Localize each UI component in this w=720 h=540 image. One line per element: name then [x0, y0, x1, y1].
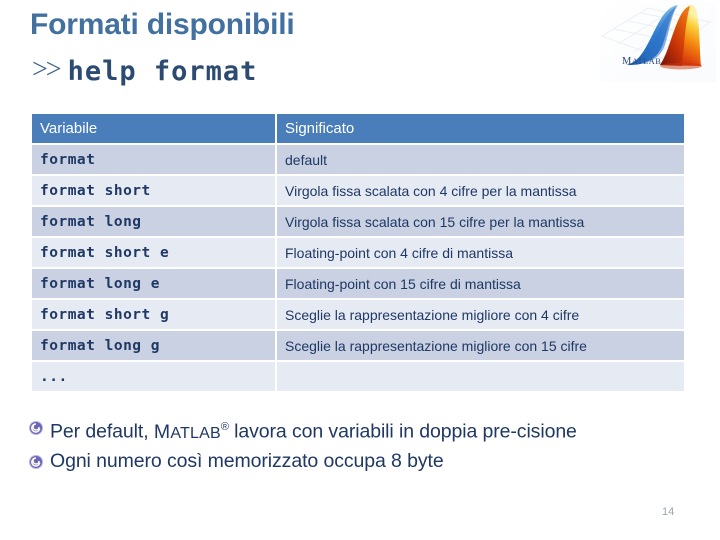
list-item-label: Ogni numero così memorizzato occupa 8 by… — [50, 449, 444, 472]
cell-significato: Virgola fissa scalata con 4 cifre per la… — [276, 175, 684, 207]
prompt-chevrons: >> — [32, 54, 62, 85]
matlab-rest: ATLAB — [170, 424, 221, 442]
cell-variabile: format short e — [32, 237, 277, 269]
table-row: format short Virgola fissa scalata con 4… — [32, 175, 684, 207]
prompt-command: help format — [67, 56, 258, 87]
table-body: format default format short Virgola fiss… — [32, 144, 684, 393]
table-row: format long e Floating-point con 15 cifr… — [32, 268, 684, 300]
matlab-cap: M — [153, 420, 171, 443]
formats-table: Variabile Significato format default for… — [32, 114, 684, 393]
cell-significato: Floating-point con 4 cifre di mantissa — [276, 237, 684, 269]
bullet-list: Per default, MATLAB® lavora con variabil… — [28, 414, 688, 476]
svg-text:MATLAB: MATLAB — [622, 56, 661, 67]
list-item: Per default, MATLAB® lavora con variabil… — [28, 414, 688, 447]
table-row: format short g Sceglie la rappresentazio… — [32, 299, 684, 331]
cell-variabile: format long g — [32, 330, 277, 362]
bullet-suffix: lavora con variabili in doppia pre-cisio… — [228, 420, 577, 443]
bullet-prefix: Per default, — [50, 420, 154, 443]
list-item: Ogni numero così memorizzato occupa 8 by… — [28, 448, 688, 475]
page-title: Formati disponibili — [30, 8, 295, 41]
cell-significato: Virgola fissa scalata con 15 cifre per l… — [276, 206, 684, 238]
matlab-wordmark: MATLAB — [154, 421, 221, 443]
table-row: format short e Floating-point con 4 cifr… — [32, 237, 684, 269]
list-item-label: Per default, MATLAB® lavora con variabil… — [50, 414, 577, 447]
table-row: ... — [32, 361, 684, 393]
cell-significato: Floating-point con 15 cifre di mantissa — [276, 268, 684, 300]
column-header-variabile: Variabile — [32, 114, 277, 145]
cell-variabile: format — [32, 144, 277, 176]
cell-significato: Sceglie la rappresentazione migliore con… — [276, 330, 684, 362]
cell-significato — [276, 361, 684, 393]
cell-variabile: format short g — [32, 299, 277, 331]
table-header-row: Variabile Significato — [32, 114, 684, 145]
table-row: format default — [32, 144, 684, 176]
cell-significato: default — [276, 144, 684, 176]
spiral-bullet-icon — [28, 414, 50, 441]
page-number: 14 — [662, 506, 675, 518]
column-header-significato: Significato — [276, 114, 684, 145]
cell-variabile: format long e — [32, 268, 277, 300]
registered-mark: ® — [220, 421, 229, 433]
command-prompt-line: >> help format — [32, 54, 257, 87]
cell-variabile: format short — [32, 175, 277, 207]
spiral-bullet-icon — [28, 448, 50, 475]
table-row: format long g Sceglie la rappresentazion… — [32, 330, 684, 362]
cell-variabile: format long — [32, 206, 277, 238]
cell-significato: Sceglie la rappresentazione migliore con… — [276, 299, 684, 331]
cell-variabile: ... — [32, 361, 277, 393]
matlab-logo: MATLAB — [600, 2, 716, 82]
table-row: format long Virgola fissa scalata con 15… — [32, 206, 684, 238]
